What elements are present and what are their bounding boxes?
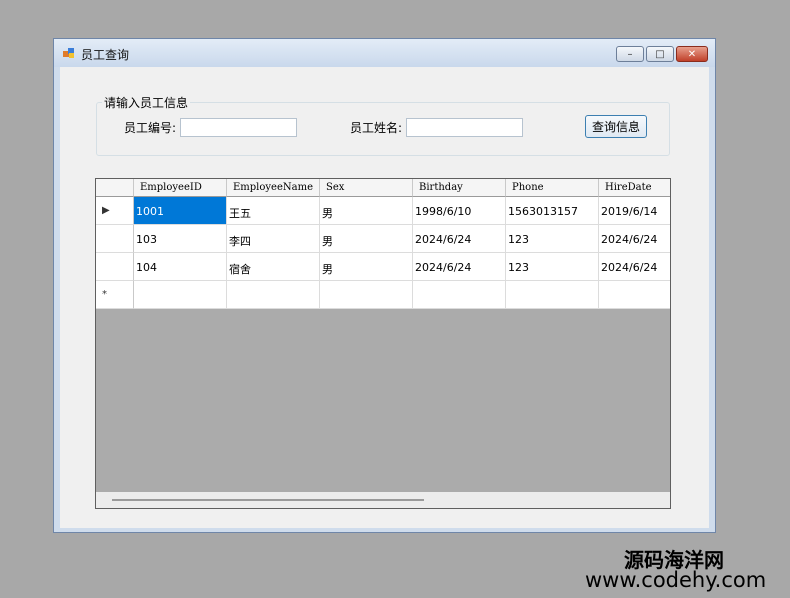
window-title: 员工查询 xyxy=(81,48,130,62)
grid-cell[interactable]: 2024/6/24 xyxy=(413,253,506,281)
grid-cell[interactable]: 123 xyxy=(506,253,599,281)
row-header[interactable] xyxy=(96,225,134,253)
app-icon xyxy=(63,48,74,58)
grid-cell[interactable]: 1001 xyxy=(134,197,227,225)
grid-cell[interactable] xyxy=(320,281,413,309)
close-button[interactable]: ✕ xyxy=(676,46,708,62)
query-button[interactable]: 查询信息 xyxy=(585,115,647,138)
column-header[interactable]: EmployeeName xyxy=(227,179,320,197)
grid-cell[interactable]: 李四 xyxy=(227,225,320,253)
maximize-icon: □ xyxy=(655,48,665,60)
column-header[interactable]: Sex xyxy=(320,179,413,197)
current-row-indicator[interactable]: ▶ xyxy=(96,197,134,225)
grid-cell[interactable]: 男 xyxy=(320,197,413,225)
grid-cell[interactable] xyxy=(599,281,670,309)
minimize-button[interactable]: – xyxy=(616,46,644,62)
scrollbar-thumb[interactable] xyxy=(112,499,424,501)
grid-cell[interactable]: 2024/6/24 xyxy=(599,253,670,281)
search-group-label: 请输入员工信息 xyxy=(102,94,191,111)
title-bar[interactable]: 员工查询 – □ ✕ xyxy=(54,39,715,67)
column-header[interactable]: HireDate xyxy=(599,179,670,197)
grid-cell[interactable]: 2024/6/24 xyxy=(413,225,506,253)
row-header[interactable] xyxy=(96,253,134,281)
grid-cell[interactable]: 103 xyxy=(134,225,227,253)
column-header[interactable]: Phone xyxy=(506,179,599,197)
employee-query-window: 员工查询 – □ ✕ 请输入员工信息 员工编号: 员工姓名: 查询信息 Empl… xyxy=(53,38,716,533)
employee-id-input[interactable] xyxy=(180,118,297,137)
grid-cell[interactable]: 1998/6/10 xyxy=(413,197,506,225)
column-header[interactable]: EmployeeID xyxy=(134,179,227,197)
client-area: 请输入员工信息 员工编号: 员工姓名: 查询信息 EmployeeID Emplo… xyxy=(60,67,709,528)
close-icon: ✕ xyxy=(687,48,697,60)
watermark-url: www.codehy.com xyxy=(585,568,767,592)
employee-id-label: 员工编号: xyxy=(124,121,177,135)
grid-cell[interactable]: 宿舍 xyxy=(227,253,320,281)
column-header[interactable]: Birthday xyxy=(413,179,506,197)
grid-cell[interactable] xyxy=(227,281,320,309)
grid-cell[interactable]: 男 xyxy=(320,225,413,253)
grid-cell[interactable] xyxy=(506,281,599,309)
new-row-indicator[interactable]: * xyxy=(96,281,134,309)
employee-name-label: 员工姓名: xyxy=(350,121,403,135)
grid-cell[interactable]: 男 xyxy=(320,253,413,281)
grid-cell[interactable]: 123 xyxy=(506,225,599,253)
grid-cell[interactable]: 2019/6/14 xyxy=(599,197,670,225)
employee-data-grid[interactable]: EmployeeID EmployeeName Sex Birthday Phone Hi… xyxy=(95,178,671,509)
grid-corner-header[interactable] xyxy=(96,179,134,197)
grid-cell[interactable] xyxy=(413,281,506,309)
employee-name-input[interactable] xyxy=(406,118,523,137)
grid-cell[interactable] xyxy=(134,281,227,309)
grid-cell[interactable]: 王五 xyxy=(227,197,320,225)
horizontal-scrollbar[interactable] xyxy=(96,492,670,508)
minimize-icon: – xyxy=(627,48,633,60)
maximize-button[interactable]: □ xyxy=(646,46,674,62)
grid-cell[interactable]: 104 xyxy=(134,253,227,281)
grid-cell[interactable]: 2024/6/24 xyxy=(599,225,670,253)
grid-cell[interactable]: 1563013157 xyxy=(506,197,599,225)
